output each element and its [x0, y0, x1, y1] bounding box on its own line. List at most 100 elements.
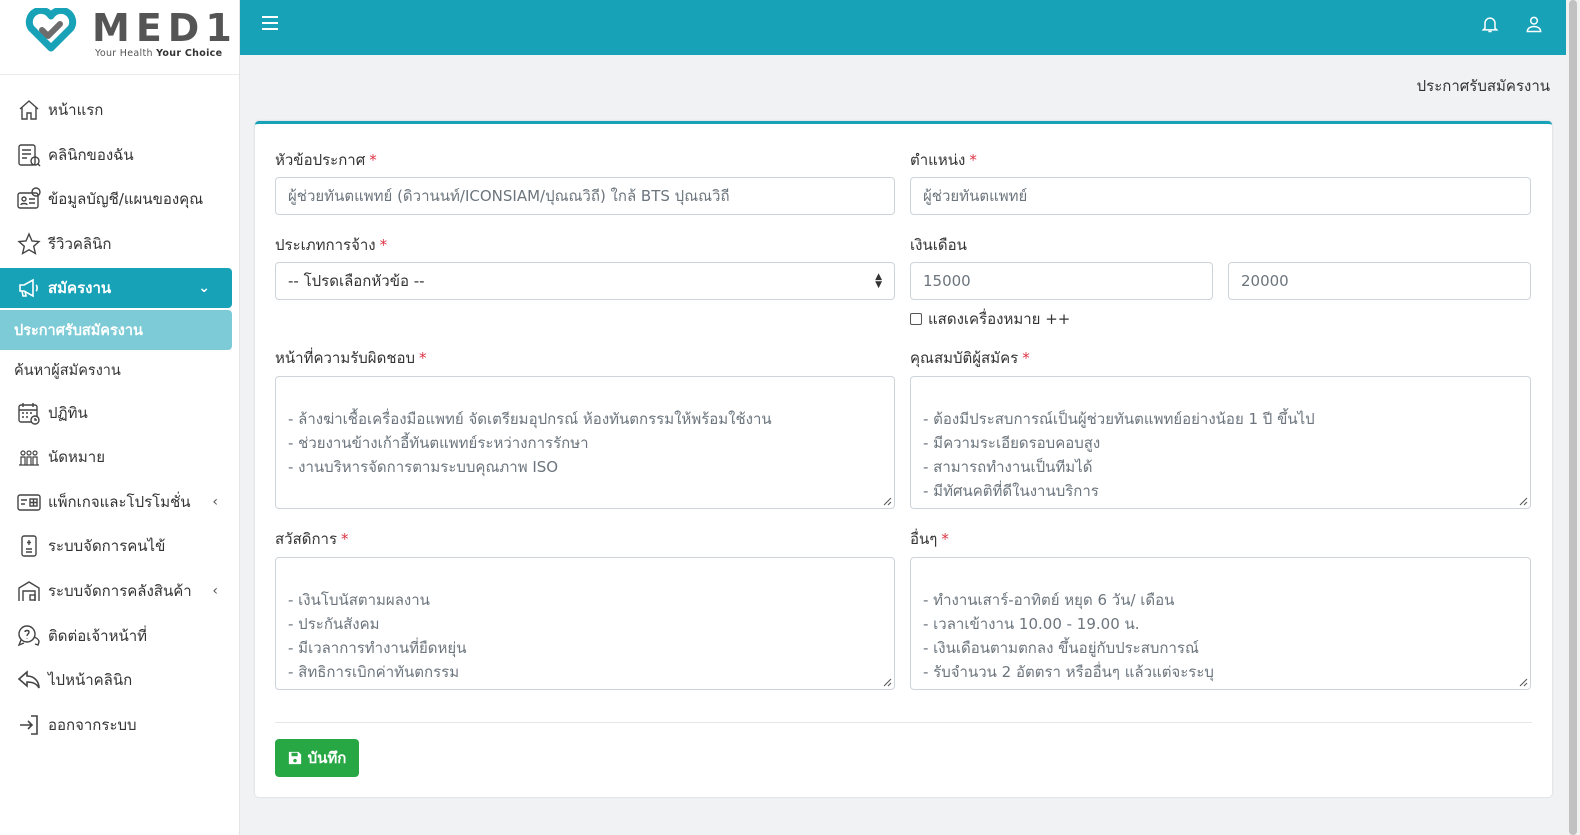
tagline-prefix: Your Health [95, 48, 153, 59]
bell-icon[interactable] [1480, 14, 1500, 34]
logout-icon [16, 712, 42, 738]
sidebar-item-label: สมัครงาน [48, 279, 112, 298]
title-label-text: หัวข้อประกาศ [275, 151, 366, 169]
brand-name: MED1 [92, 6, 238, 50]
sidebar-item-packages[interactable]: แพ็กเกจและโปรโมชั่น ‹ [0, 480, 240, 525]
chevron-left-icon: ‹ [212, 583, 218, 600]
chat-icon [16, 623, 42, 649]
sidebar-item-label: ติดต่อเจ้าหน้าที่ [48, 626, 148, 645]
welfare-text: - เงินโบนัสตามผลงาน - ประกันสังคม - มีเว… [288, 591, 467, 681]
sidebar-item-appointment[interactable]: นัดหมาย [0, 435, 240, 480]
topbar [240, 0, 1566, 55]
sidebar-menu: หน้าแรก คลินิกของฉัน ข้อมูลบัญชี/แผนของค… [0, 88, 240, 747]
sidebar-item-label: ออกจากระบบ [48, 715, 137, 734]
resize-grip-icon[interactable] [882, 677, 892, 687]
sidebar-subitem-job-posting[interactable]: ประกาศรับสมัครงาน [0, 310, 232, 351]
required-mark: * [419, 349, 427, 367]
salary-max-input[interactable]: 20000 [1228, 262, 1531, 300]
chevron-left-icon: ‹ [212, 493, 218, 510]
sidebar-item-label: ไปหน้าคลินิก [48, 671, 133, 690]
save-button-label: บันทึก [307, 749, 347, 767]
sidebar: MED1 Your Health Your Choice หน้าแรก คลิ… [0, 0, 240, 835]
logo[interactable]: MED1 Your Health Your Choice [0, 0, 239, 75]
sidebar-subitem-find-applicants[interactable]: ค้นหาผู้สมัครงาน [0, 350, 240, 390]
resize-grip-icon[interactable] [1518, 677, 1528, 687]
sidebar-item-contact[interactable]: ติดต่อเจ้าหน้าที่ [0, 613, 240, 658]
sidebar-item-review[interactable]: รีวิวคลินิก [0, 222, 240, 267]
position-label-text: ตำแหน่ง [910, 151, 966, 169]
employment-type-select[interactable]: -- โปรดเลือกหัวข้อ -- ▲ ▼ [275, 262, 895, 300]
chevron-down-icon: ⌄ [198, 280, 210, 297]
floppy-disk-icon [288, 751, 301, 765]
title-input[interactable]: ผู้ช่วยทันตแพทย์ (ดิวานนท์/ICONSIAM/ปุณณ… [275, 177, 895, 215]
show-plus-label: แสดงเครื่องหมาย ++ [928, 310, 1071, 328]
sidebar-item-warehouse[interactable]: ระบบจัดการคลังสินค้า ‹ [0, 569, 240, 614]
position-input[interactable]: ผู้ช่วยทันตแพทย์ [910, 177, 1531, 215]
scrollbar[interactable] [1566, 0, 1580, 835]
breadcrumb: ประกาศรับสมัครงาน [1416, 77, 1550, 95]
title-label: หัวข้อประกาศ * [275, 148, 377, 172]
welfare-label-text: สวัสดิการ [275, 530, 338, 548]
duties-text: - ล้างฆ่าเชื้อเครื่องมือแพทย์ จัดเตรียมอ… [288, 410, 772, 476]
sidebar-item-account[interactable]: ข้อมูลบัญชี/แผนของคุณ [0, 177, 240, 222]
required-mark: * [1022, 349, 1030, 367]
sidebar-item-label: หน้าแรก [48, 101, 104, 120]
save-button[interactable]: บันทึก [275, 739, 359, 777]
reply-icon [16, 667, 42, 693]
account-card-icon [16, 186, 42, 212]
sidebar-item-logout[interactable]: ออกจากระบบ [0, 703, 240, 748]
required-mark: * [369, 151, 377, 169]
scrollbar-thumb[interactable] [1569, 0, 1577, 835]
sidebar-item-label: รีวิวคลินิก [48, 235, 112, 254]
other-text: - ทำงานเสาร์-อาทิตย์ หยุด 6 วัน/ เดือน -… [923, 591, 1214, 681]
required-mark: * [379, 236, 388, 254]
home-icon [16, 97, 42, 123]
checkbox-box[interactable] [910, 313, 922, 325]
employment-type-selected: -- โปรดเลือกหัวข้อ -- [288, 272, 425, 290]
hamburger-icon[interactable] [262, 16, 278, 32]
duties-label: หน้าที่ความรับผิดชอบ * [275, 346, 427, 370]
resize-grip-icon[interactable] [1518, 496, 1528, 506]
required-mark: * [969, 151, 977, 169]
duties-textarea[interactable]: - ล้างฆ่าเชื้อเครื่องมือแพทย์ จัดเตรียมอ… [275, 376, 895, 509]
megaphone-icon [16, 275, 42, 301]
sidebar-item-patients[interactable]: ระบบจัดการคนไข้ [0, 524, 240, 569]
show-plus-checkbox[interactable]: แสดงเครื่องหมาย ++ [910, 307, 1070, 331]
divider [275, 722, 1532, 723]
duties-label-text: หน้าที่ความรับผิดชอบ [275, 349, 416, 367]
other-label: อื่นๆ * [910, 527, 949, 551]
qualifications-text: - ต้องมีประสบการณ์เป็นผู้ช่วยทันตแพทย์อย… [923, 410, 1315, 500]
required-mark: * [341, 530, 349, 548]
user-icon[interactable] [1524, 14, 1544, 34]
sidebar-item-go-clinic[interactable]: ไปหน้าคลินิก [0, 658, 240, 703]
sidebar-item-label: ปฏิทิน [48, 403, 88, 422]
sidebar-item-label: ข้อมูลบัญชี/แผนของคุณ [48, 190, 204, 209]
sidebar-item-label: แพ็กเกจและโปรโมชั่น [48, 492, 191, 511]
sidebar-item-home[interactable]: หน้าแรก [0, 88, 240, 133]
salary-min-input[interactable]: 15000 [910, 262, 1213, 300]
sidebar-item-jobs[interactable]: สมัครงาน ⌄ [0, 268, 232, 309]
welfare-label: สวัสดิการ * [275, 527, 349, 551]
salary-label: เงินเดือน [910, 236, 967, 254]
employment-type-label-text: ประเภทการจ้าง [275, 236, 376, 254]
job-posting-form: หัวข้อประกาศ * ผู้ช่วยทันตแพทย์ (ดิวานนท์… [255, 121, 1552, 797]
employment-type-label: ประเภทการจ้าง * [275, 233, 387, 257]
appointment-icon [16, 444, 42, 470]
sidebar-item-label: นัดหมาย [48, 448, 105, 467]
sidebar-item-calendar[interactable]: ปฏิทิน [0, 390, 240, 435]
clinic-list-icon [16, 142, 42, 168]
other-textarea[interactable]: - ทำงานเสาร์-อาทิตย์ หยุด 6 วัน/ เดือน -… [910, 557, 1531, 690]
resize-grip-icon[interactable] [882, 496, 892, 506]
welfare-textarea[interactable]: - เงินโบนัสตามผลงาน - ประกันสังคม - มีเว… [275, 557, 895, 690]
select-arrows-icon: ▲ ▼ [875, 272, 882, 290]
tagline-bold: Your Choice [156, 48, 223, 59]
qualifications-label: คุณสมบัติผู้สมัคร * [910, 346, 1030, 370]
star-icon [16, 231, 42, 257]
qualifications-textarea[interactable]: - ต้องมีประสบการณ์เป็นผู้ช่วยทันตแพทย์อย… [910, 376, 1531, 509]
package-icon [16, 489, 42, 515]
other-label-text: อื่นๆ [910, 530, 938, 548]
required-mark: * [941, 530, 949, 548]
sidebar-item-my-clinic[interactable]: คลินิกของฉัน [0, 133, 240, 178]
warehouse-icon [16, 578, 42, 604]
patient-file-icon [16, 533, 42, 559]
